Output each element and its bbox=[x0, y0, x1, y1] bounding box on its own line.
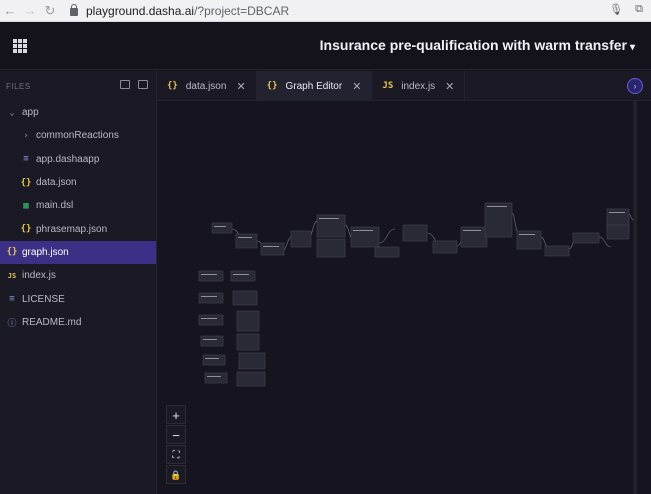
forward-icon[interactable]: → bbox=[20, 3, 40, 18]
sidebar-item-app-dashaapp[interactable]: ≡ app.dashaapp bbox=[0, 148, 156, 171]
files-header-label: FILES bbox=[6, 82, 31, 91]
canvas-scrollbar[interactable] bbox=[633, 101, 637, 494]
lock-icon bbox=[70, 3, 78, 16]
sidebar-item-index-js[interactable]: JS index.js bbox=[0, 264, 156, 287]
tab-data-json[interactable]: {} data.json ✕ bbox=[157, 71, 257, 101]
tab-index-js[interactable]: JS index.js ✕ bbox=[372, 71, 466, 101]
zoom-out-button[interactable]: − bbox=[166, 425, 186, 444]
sidebar-item-license[interactable]: ≡ LICENSE bbox=[0, 287, 156, 310]
chevron-down-icon: ⌄ bbox=[9, 107, 15, 118]
tabs-scroll-right-icon[interactable]: › bbox=[627, 78, 643, 94]
url-path: /?project=DBCAR bbox=[194, 3, 290, 18]
sidebar-item-label: README.md bbox=[22, 316, 82, 328]
graph-canvas[interactable] bbox=[157, 101, 651, 494]
braces-icon: {} bbox=[6, 247, 18, 258]
info-icon: ⓘ bbox=[7, 318, 17, 329]
js-icon: JS bbox=[7, 271, 17, 280]
sidebar-item-label: app bbox=[22, 107, 39, 119]
reload-icon[interactable]: ↻ bbox=[40, 3, 60, 19]
address-bar[interactable]: playground.dasha.ai/?project=DBCAR bbox=[70, 3, 290, 18]
tab-label: Graph Editor bbox=[285, 80, 343, 92]
sidebar-item-label: phrasemap.json bbox=[36, 223, 108, 235]
sidebar-item-label: app.dashaapp bbox=[36, 153, 100, 165]
braces-icon: {} bbox=[20, 224, 32, 235]
app-header: Insurance pre-qualification with warm tr… bbox=[0, 22, 651, 70]
sidebar-item-label: commonReactions bbox=[36, 130, 119, 142]
lock-button[interactable]: 🔒 bbox=[166, 465, 186, 484]
sidebar-item-label: graph.json bbox=[22, 246, 69, 258]
zoom-controls: + − ⛶ 🔒 bbox=[166, 405, 186, 484]
sidebar-item-label: index.js bbox=[22, 270, 56, 282]
sidebar-item-readme-md[interactable]: ⓘ README.md bbox=[0, 311, 156, 334]
close-icon[interactable]: ✕ bbox=[352, 80, 361, 93]
sidebar-item-phrasemap-json[interactable]: {} phrasemap.json bbox=[0, 217, 156, 240]
files-header: FILES bbox=[0, 71, 156, 101]
braces-icon: {} bbox=[20, 177, 32, 188]
url-host: playground.dasha.ai bbox=[86, 3, 195, 18]
lines-icon: ≡ bbox=[9, 294, 15, 305]
new-file-icon[interactable] bbox=[138, 80, 148, 89]
sidebar-item-graph-json[interactable]: {} graph.json bbox=[0, 240, 156, 265]
tab-label: index.js bbox=[401, 80, 436, 92]
tab-graph-editor[interactable]: {} Graph Editor ✕ bbox=[256, 71, 373, 101]
tab-label: data.json bbox=[185, 80, 227, 92]
graph-diagram bbox=[198, 202, 636, 387]
dsl-icon: ▦ bbox=[23, 200, 29, 211]
chevron-right-icon: › bbox=[23, 130, 29, 141]
lines-icon: ≡ bbox=[23, 154, 29, 165]
json-file-icon: {} bbox=[266, 81, 278, 91]
chevron-down-icon: ▾ bbox=[629, 42, 635, 53]
sidebar-item-label: data.json bbox=[36, 177, 77, 189]
close-icon[interactable]: ✕ bbox=[236, 80, 245, 93]
sidebar-item-data-json[interactable]: {} data.json bbox=[0, 171, 156, 194]
sidebar-item-label: LICENSE bbox=[22, 293, 65, 305]
editor-tabs: {} data.json ✕ {} Graph Editor ✕ JS index.js ✕ › bbox=[157, 71, 651, 101]
new-folder-icon[interactable] bbox=[120, 80, 130, 89]
fit-view-button[interactable]: ⛶ bbox=[166, 445, 186, 464]
browser-toolbar: ← → ↻ playground.dasha.ai/?project=DBCAR… bbox=[0, 0, 651, 22]
project-title: Insurance pre-qualification with warm tr… bbox=[319, 37, 627, 53]
project-title-dropdown[interactable]: Insurance pre-qualification with warm tr… bbox=[320, 37, 635, 53]
close-icon[interactable]: ✕ bbox=[445, 80, 454, 93]
zoom-in-button[interactable]: + bbox=[166, 405, 186, 424]
open-external-icon[interactable]: ⧉ bbox=[635, 3, 643, 16]
file-explorer: FILES ⌄ app › commonReactions ≡ app.dashaapp {… bbox=[0, 71, 157, 494]
json-file-icon: {} bbox=[167, 81, 178, 91]
sidebar-item-app[interactable]: ⌄ app bbox=[0, 101, 156, 124]
apps-grid-icon[interactable] bbox=[13, 39, 27, 53]
sidebar-item-main-dsl[interactable]: ▦ main.dsl bbox=[0, 194, 156, 217]
sidebar-item-label: main.dsl bbox=[36, 200, 74, 212]
js-file-icon: JS bbox=[382, 81, 394, 91]
microphone-icon[interactable]: 🎙 bbox=[609, 3, 623, 16]
sidebar-item-commonreactions[interactable]: › commonReactions bbox=[0, 124, 156, 147]
back-icon[interactable]: ← bbox=[0, 3, 20, 18]
